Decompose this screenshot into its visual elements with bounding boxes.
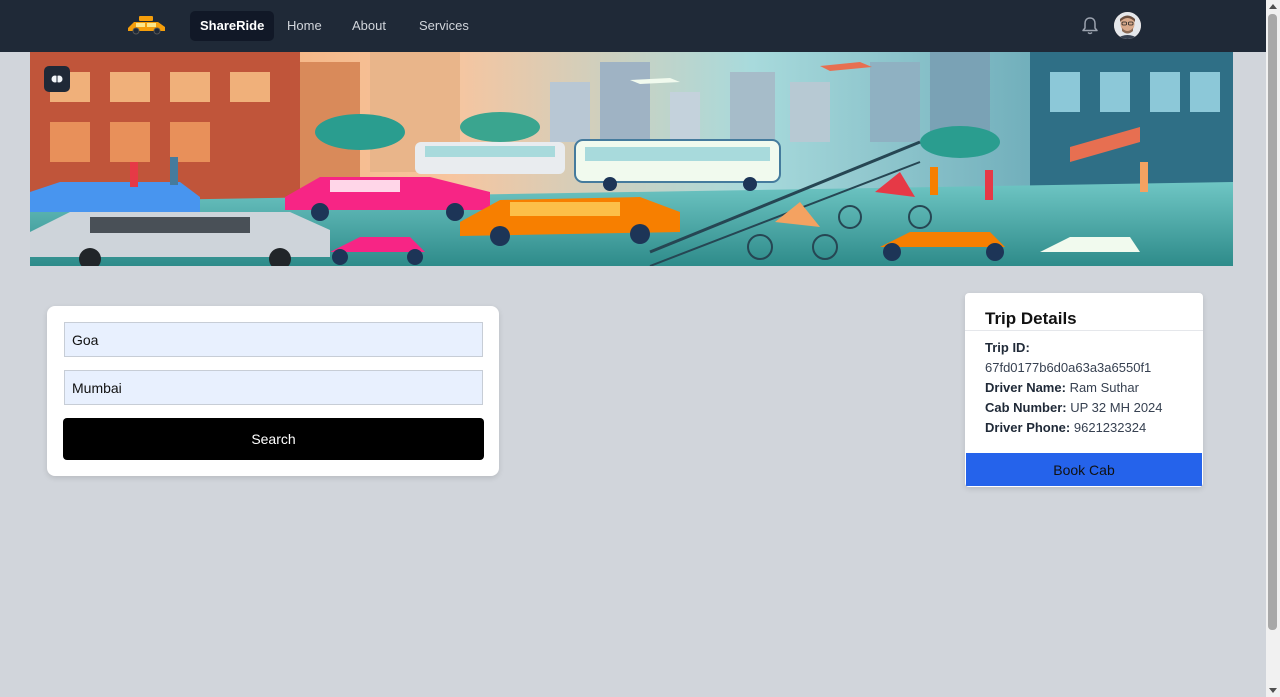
from-location-input[interactable]: [64, 322, 483, 357]
scrollbar-thumb[interactable]: [1268, 14, 1277, 630]
hero-banner: [30, 52, 1233, 266]
driver-phone-row: Driver Phone: 9621232324: [985, 418, 1195, 438]
page: ShareRide Home About Services Goa Mumbai…: [0, 0, 1280, 697]
search-card: Search: [47, 306, 499, 476]
bell-icon[interactable]: [1081, 16, 1099, 36]
cab-number-row: Cab Number: UP 32 MH 2024: [985, 398, 1195, 418]
user-avatar[interactable]: [1114, 12, 1141, 39]
trip-id-row: Trip ID:: [985, 338, 1195, 358]
top-navbar: ShareRide Home About Services: [0, 0, 1266, 52]
nav-link-about[interactable]: About: [342, 11, 396, 41]
trip-details-title: Trip Details: [985, 309, 1077, 328]
cab-number-value: UP 32 MH 2024: [1070, 400, 1163, 415]
divider: [965, 330, 1203, 331]
driver-name-value: Ram Suthar: [1069, 380, 1139, 395]
city-traffic-illustration: [30, 52, 1233, 266]
driver-name-row: Driver Name: Ram Suthar: [985, 378, 1195, 398]
taxi-car-icon[interactable]: [125, 14, 169, 36]
trip-id-label: Trip ID:: [985, 340, 1030, 355]
trip-id-value: 67fd0177b6d0a63a3a6550f1: [985, 360, 1152, 375]
nav-brand-shareride[interactable]: ShareRide: [190, 11, 275, 41]
brain-icon[interactable]: [44, 66, 70, 92]
driver-name-label: Driver Name:: [985, 380, 1066, 395]
page-scrollbar[interactable]: [1266, 0, 1280, 697]
search-button[interactable]: Search: [63, 418, 484, 460]
cab-number-label: Cab Number:: [985, 400, 1067, 415]
scroll-up-arrow-icon[interactable]: [1269, 4, 1277, 9]
nav-link-home[interactable]: Home: [277, 11, 332, 41]
driver-phone-label: Driver Phone:: [985, 420, 1071, 435]
scroll-down-arrow-icon[interactable]: [1269, 688, 1277, 693]
nav-link-services[interactable]: Services: [409, 11, 479, 41]
to-location-input[interactable]: [64, 370, 483, 405]
trip-details-body: Trip ID: 67fd0177b6d0a63a3a6550f1 Driver…: [985, 338, 1195, 438]
book-cab-button[interactable]: Book Cab: [966, 453, 1202, 486]
driver-phone-value: 9621232324: [1073, 420, 1147, 435]
trip-details-card: Trip Details Trip ID: 67fd0177b6d0a63a3a…: [965, 293, 1203, 487]
